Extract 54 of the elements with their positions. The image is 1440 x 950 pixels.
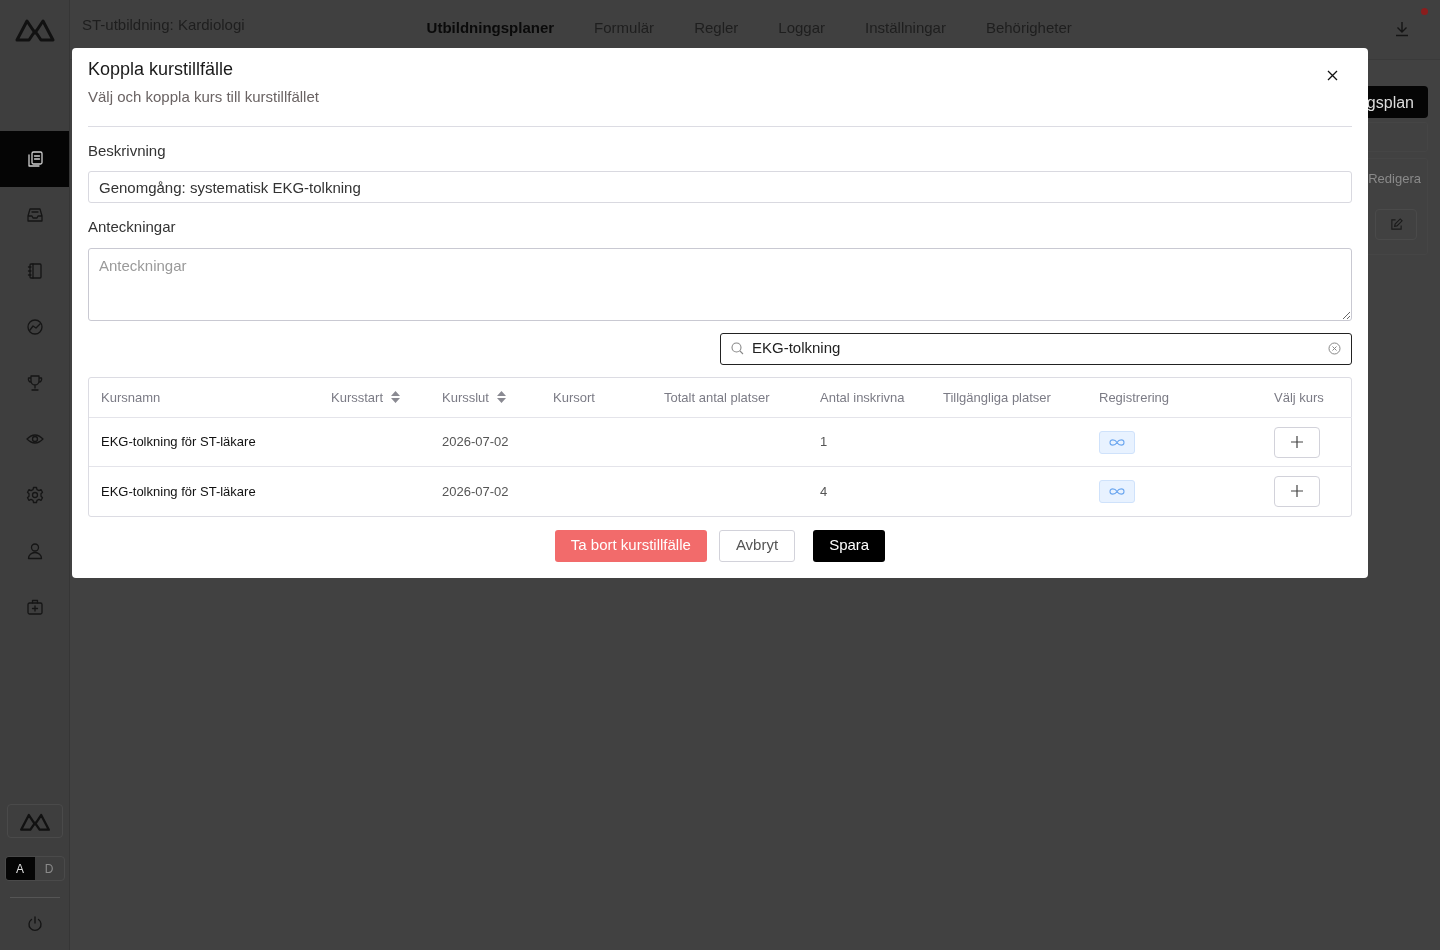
- logo-icon[interactable]: [6, 804, 63, 838]
- plus-icon: [1291, 485, 1303, 498]
- chart-circle-icon[interactable]: [25, 318, 44, 336]
- table-cell: 4: [820, 483, 828, 499]
- user-icon[interactable]: [25, 542, 44, 560]
- column-header: Registrering: [1099, 389, 1170, 405]
- description-field[interactable]: Genomgång: systematisk EKG-tolkning: [88, 171, 1352, 203]
- table-cell: 2026-07-02: [442, 434, 509, 450]
- edit-label: Redigera: [1368, 170, 1422, 188]
- settings-icon[interactable]: [25, 486, 44, 504]
- save-button[interactable]: Spara: [813, 529, 886, 562]
- logo-icon: [13, 17, 56, 43]
- table-cell: 2026-07-02: [442, 483, 509, 499]
- notification-dot: [1421, 8, 1428, 15]
- infinity-badge: [1099, 479, 1135, 503]
- delete-button[interactable]: Ta bort kurstillfälle: [554, 529, 707, 562]
- modal-subtitle: Välj och koppla kurs till kurstillfället: [88, 87, 320, 107]
- theme-toggle-option[interactable]: D: [34, 857, 64, 880]
- infinity-badge: [1099, 430, 1135, 454]
- search-icon: [731, 342, 744, 355]
- table-cell: EKG-tolkning för ST-läkare: [101, 483, 256, 499]
- power-icon[interactable]: [26, 916, 43, 932]
- theme-toggle-option[interactable]: A: [5, 857, 35, 880]
- modal-title: Koppla kurstillfälle: [88, 59, 234, 81]
- trophy-icon[interactable]: [25, 374, 44, 392]
- column-header[interactable]: Kursstart: [331, 389, 383, 405]
- clear-icon[interactable]: [1328, 342, 1341, 355]
- edit-icon: [1389, 217, 1403, 231]
- medical-kit-icon[interactable]: [25, 598, 44, 616]
- plus-icon: [1291, 436, 1303, 448]
- edit-button[interactable]: [1375, 208, 1417, 240]
- column-header: Tillgängliga platser: [943, 389, 1051, 405]
- column-header[interactable]: Kursslut: [442, 389, 489, 405]
- close-icon: [1327, 70, 1338, 81]
- cancel-button[interactable]: Avbryt: [718, 529, 796, 562]
- column-header: Antal inskrivna: [820, 389, 905, 405]
- notebook-icon[interactable]: [25, 262, 44, 280]
- sort-icon[interactable]: [391, 390, 400, 403]
- add-button[interactable]: [1274, 475, 1320, 507]
- sort-icon[interactable]: [496, 390, 506, 403]
- field-label: Anteckningar: [88, 217, 177, 237]
- column-header: Välj kurs: [1274, 389, 1324, 405]
- add-button[interactable]: [1274, 426, 1320, 458]
- table-cell: 1: [820, 434, 828, 450]
- inbox-icon[interactable]: [25, 206, 44, 224]
- column-header: Kursort: [553, 389, 595, 405]
- notes-field[interactable]: Anteckningar: [88, 247, 1352, 321]
- search-field[interactable]: EKG-tolkning: [720, 332, 1352, 365]
- documents-icon[interactable]: [25, 150, 44, 168]
- download-icon[interactable]: [1394, 21, 1410, 37]
- field-label: Beskrivning: [88, 140, 167, 161]
- column-header: Kursnamn: [101, 389, 161, 405]
- table-cell: EKG-tolkning för ST-läkare: [101, 434, 256, 450]
- column-header: Totalt antal platser: [664, 389, 770, 405]
